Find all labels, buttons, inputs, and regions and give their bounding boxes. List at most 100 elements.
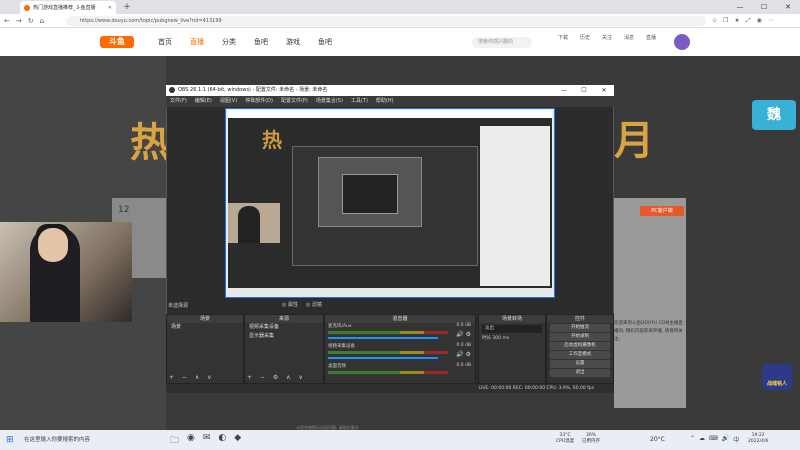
obs-icon[interactable]: ◐ [218,433,226,449]
mixer-title: 混音器 [325,315,475,323]
obs-minimize-button[interactable]: — [554,85,574,96]
tray-expand-icon[interactable]: ⌃ [690,435,695,444]
weather[interactable]: 20°C [650,436,665,443]
speaker-icon[interactable]: 🔊 ⚙ [456,331,471,338]
download-icon[interactable]: 下载 [556,34,570,41]
taskbar-apps: 🗀 ◉ ✉ ◐ ◆ [170,433,241,449]
nav-fishbar[interactable]: 鱼吧 [254,37,268,47]
volume-icon[interactable]: 🔊 [722,435,729,444]
avatar[interactable] [674,34,690,50]
app-icon[interactable]: ◆ [234,433,241,449]
duration-input[interactable]: 300 ms [492,336,509,341]
profile-icon[interactable]: ◉ [757,14,762,28]
banner-left-text: 热 [130,120,170,166]
source-item[interactable]: 视频采集设备 [245,323,323,332]
game-logo[interactable]: 魏 [752,100,796,130]
nav-category[interactable]: 分类 [222,37,236,47]
obs-close-button[interactable]: ✕ [594,85,614,96]
menu-scene-collection[interactable]: 场景集合(S) [316,96,343,107]
nav-more[interactable]: 鱼吧 [318,37,332,47]
site-logo[interactable]: 斗鱼 [100,36,134,48]
obs-logo-icon [169,87,175,93]
cloud-icon[interactable]: ☁ [699,435,705,444]
start-streaming-button[interactable]: 开始推流 [550,324,610,332]
browser-icon[interactable]: ◉ [187,433,195,449]
message-icon[interactable]: 消息 [622,34,636,41]
follow-icon[interactable]: 关注 [600,34,614,41]
preview-right-panel [480,126,550,286]
mixer-track: 麦克风/Aux 0.0 dB 🔊 ⚙ [325,323,475,343]
history-icon[interactable]: 历史 [578,34,592,41]
live-icon[interactable]: 直播 [644,34,658,41]
collections-icon[interactable]: ⤢ [746,14,751,28]
track-name: 麦克风/Aux [328,324,352,329]
cpu-temp-label: CPU温度 [556,439,575,444]
menu-view[interactable]: 视图(V) [220,96,237,107]
volume-meter [328,331,448,334]
obs-menu: 文件(F) 编辑(E) 视图(V) 停靠部件(D) 配置文件(P) 场景集合(S… [166,96,614,107]
favorite-icon[interactable]: ✩ [712,14,717,28]
nav-game[interactable]: 游戏 [286,37,300,47]
source-tabs: ◎ 属性 ◎ 滤镜 [282,301,322,308]
back-icon[interactable]: ← [4,14,10,28]
browser-tab[interactable]: 热门游戏直播推荐_斗鱼直播 ✕ [20,1,116,14]
mail-icon[interactable]: ✉ [203,433,211,449]
split-icon[interactable]: ❐ [723,14,728,28]
menu-help[interactable]: 帮助(H) [376,96,394,107]
sources-dock: 来源 视频采集设备 显示器采集 + − ⚙ ∧ ∨ [244,314,324,384]
volume-slider[interactable] [328,357,438,359]
game-badge[interactable]: 战魂铭人 [762,364,792,390]
site-favicon-icon [24,4,30,11]
studio-mode-button[interactable]: 工作室模式 [550,351,610,359]
transitions-title: 场景转场 [479,315,545,323]
source-tools[interactable]: + − ⚙ ∧ ∨ [247,374,306,381]
properties-button[interactable]: ◎ 属性 [282,301,298,308]
forward-icon[interactable]: → [16,14,22,28]
sources-title: 来源 [245,315,323,323]
filters-button[interactable]: ◎ 滤镜 [306,301,322,308]
home-icon[interactable]: ⌂ [40,14,44,28]
mixer-track: 视频采集设备 0.0 dB 🔊 ⚙ [325,343,475,363]
url-input[interactable]: https://www.douyu.com/topic/pubgnew_live… [66,16,706,26]
volume-slider[interactable] [328,337,438,339]
speaker-icon[interactable]: 🔊 ⚙ [456,351,471,358]
start-recording-button[interactable]: 开始录制 [550,333,610,341]
count-label: 12 [118,205,130,215]
transition-select[interactable]: 淡出 [482,325,542,333]
menu-profile[interactable]: 配置文件(P) [281,96,308,107]
settings-button[interactable]: 设置 [550,360,610,368]
ime-icon[interactable]: 中 [733,435,739,444]
scene-item[interactable]: 场景 [167,323,243,332]
duration-label: 时长 [482,336,491,341]
virtual-camera-button[interactable]: 启动虚拟摄像机 [550,342,610,350]
more-icon[interactable]: ⋯ [768,14,774,28]
refresh-icon[interactable]: ↻ [28,14,34,28]
scene-tools[interactable]: + − ∧ ∨ [169,374,215,381]
menu-docks[interactable]: 停靠部件(D) [245,96,273,107]
site-search-input[interactable]: 搜索你感兴趣的 [472,37,532,48]
menu-file[interactable]: 文件(F) [170,96,187,107]
keyboard-icon[interactable]: ⌨ [709,435,718,444]
minimize-button[interactable]: — [728,0,752,14]
start-icon[interactable]: ⊞ [6,435,14,445]
exit-button[interactable]: 退出 [550,369,610,377]
nav-live[interactable]: 直播 [190,37,204,47]
close-tab-icon[interactable]: ✕ [108,5,112,11]
obs-window-controls: — ☐ ✕ [554,85,614,96]
source-item[interactable]: 显示器采集 [245,332,323,341]
favorites-icon[interactable]: ★ [734,14,739,28]
clock[interactable]: 19:22 2022/4/6 [748,433,768,445]
new-tab-button[interactable]: + [122,1,132,13]
menu-tools[interactable]: 工具(T) [351,96,368,107]
obs-maximize-button[interactable]: ☐ [574,85,594,96]
close-button[interactable]: ✕ [776,0,800,14]
explorer-icon[interactable]: 🗀 [170,433,179,449]
browser-toolbar: ✩ ❐ ★ ⤢ ◉ ⋯ [712,14,774,28]
preview-browser-bar [228,110,552,118]
menu-edit[interactable]: 编辑(E) [195,96,212,107]
nav-home[interactable]: 首页 [158,37,172,47]
pc-download-button[interactable]: PC客户端 [640,206,684,216]
taskbar-search[interactable]: 在这里输入你要搜索的内容 [24,435,90,443]
maximize-button[interactable]: ☐ [752,0,776,14]
volume-meter [328,371,448,374]
